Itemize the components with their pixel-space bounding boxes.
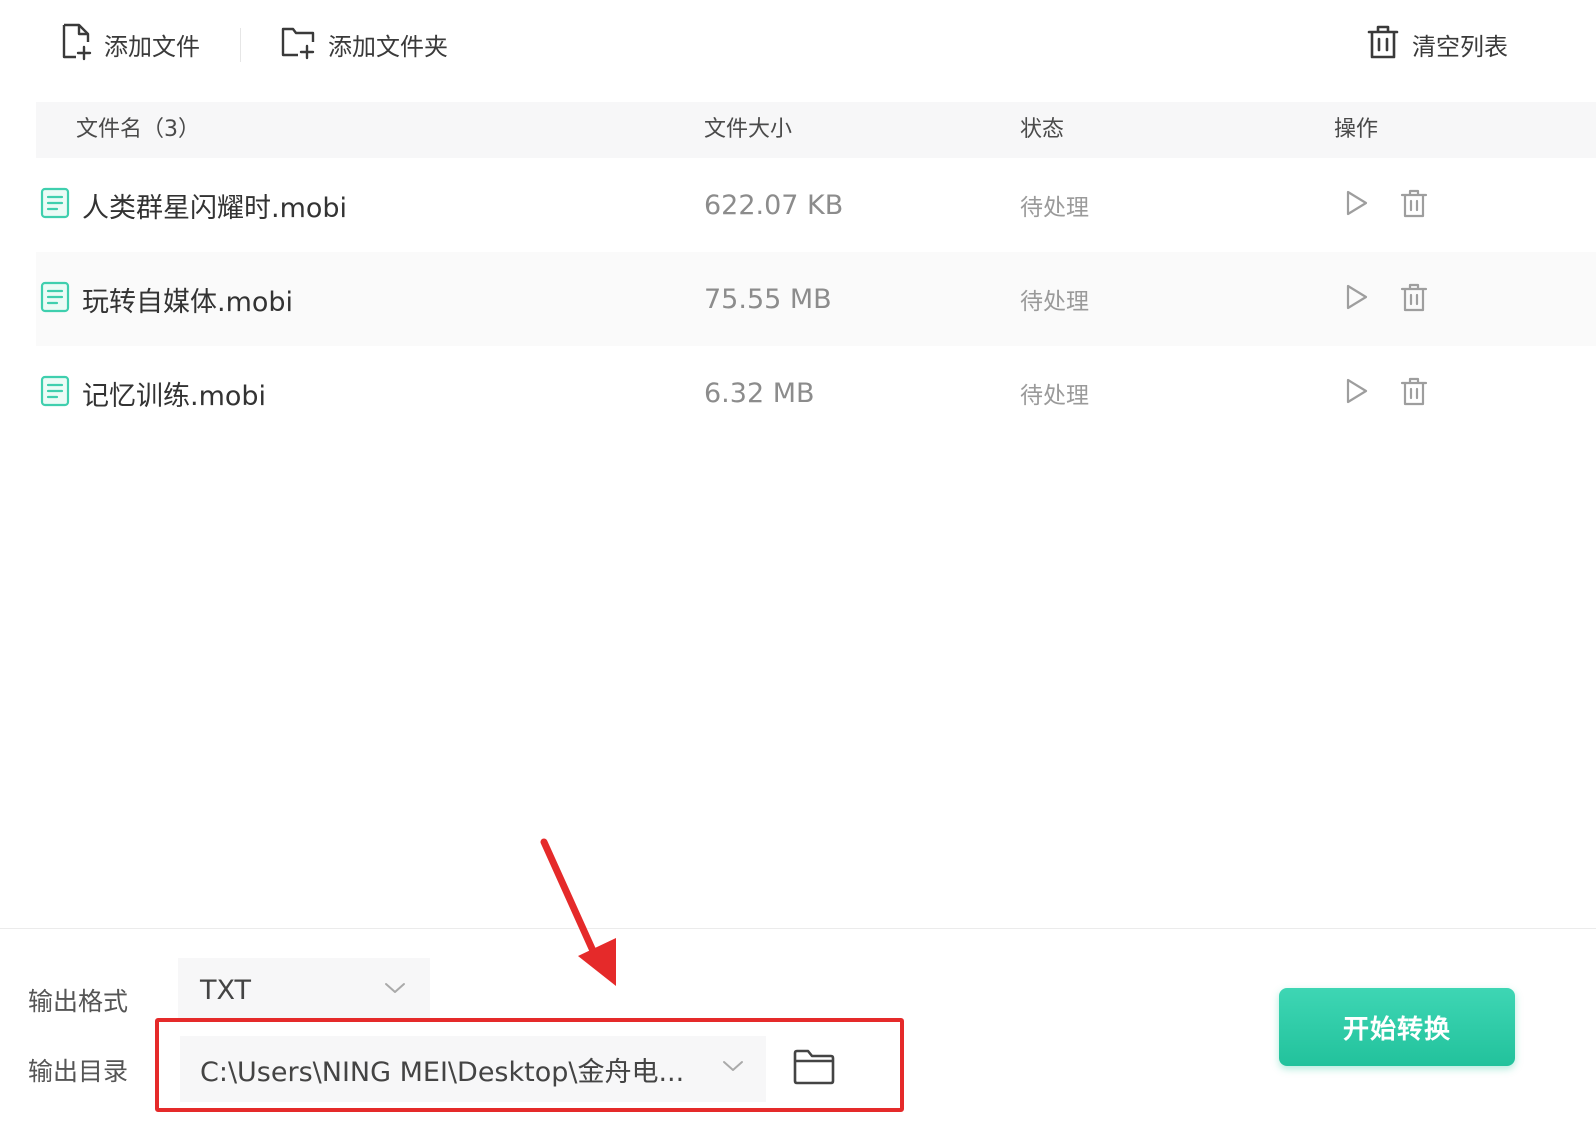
- output-format-select[interactable]: TXT: [178, 958, 430, 1022]
- document-icon: [40, 281, 70, 317]
- file-size: 6.32 MB: [704, 377, 815, 409]
- file-table: 文件名（3） 文件大小 状态 操作 人类群星闪耀时.mobi 622.07 KB…: [36, 102, 1596, 440]
- file-name-cell: 记忆训练.mobi: [40, 346, 266, 440]
- table-row[interactable]: 记忆训练.mobi 6.32 MB 待处理: [36, 346, 1596, 440]
- delete-row-button[interactable]: [1394, 279, 1434, 319]
- row-actions: [1336, 346, 1434, 440]
- output-format-value: TXT: [200, 974, 252, 1006]
- output-dir-label: 输出目录: [28, 1057, 129, 1086]
- add-file-button[interactable]: 添加文件: [60, 20, 200, 68]
- file-name-cell: 人类群星闪耀时.mobi: [40, 158, 347, 252]
- clear-list-label: 清空列表: [1412, 32, 1508, 61]
- annotation-highlight-box: [155, 1018, 904, 1112]
- clear-list-button[interactable]: 清空列表: [1366, 20, 1508, 68]
- row-actions: [1336, 252, 1434, 346]
- column-header-status: 状态: [1020, 117, 1065, 142]
- convert-row-button[interactable]: [1336, 279, 1376, 319]
- convert-row-button[interactable]: [1336, 373, 1376, 413]
- trash-icon: [1400, 376, 1428, 410]
- table-row[interactable]: 人类群星闪耀时.mobi 622.07 KB 待处理: [36, 158, 1596, 252]
- trash-icon: [1366, 24, 1400, 64]
- row-actions: [1336, 158, 1434, 252]
- file-size: 75.55 MB: [704, 283, 832, 315]
- add-folder-button[interactable]: 添加文件夹: [280, 20, 448, 68]
- output-format-label: 输出格式: [28, 987, 129, 1016]
- column-header-action: 操作: [1334, 117, 1379, 142]
- file-plus-icon: [60, 23, 92, 65]
- annotation-arrow-icon: [530, 830, 640, 1000]
- play-icon: [1343, 283, 1369, 315]
- file-name: 玩转自媒体.mobi: [82, 286, 294, 318]
- table-row[interactable]: 玩转自媒体.mobi 75.55 MB 待处理: [36, 252, 1596, 346]
- trash-icon: [1400, 282, 1428, 316]
- chevron-down-icon: [384, 980, 406, 999]
- convert-row-button[interactable]: [1336, 185, 1376, 225]
- folder-plus-icon: [280, 24, 316, 64]
- file-name: 人类群星闪耀时.mobi: [82, 192, 348, 224]
- trash-icon: [1400, 188, 1428, 222]
- add-folder-label: 添加文件夹: [328, 32, 448, 61]
- toolbar-divider: [240, 28, 241, 62]
- delete-row-button[interactable]: [1394, 373, 1434, 413]
- document-icon: [40, 187, 70, 223]
- add-file-label: 添加文件: [104, 32, 200, 61]
- file-status: 待处理: [1020, 195, 1089, 221]
- converter-window: 添加文件 添加文件夹 清空列表 文件名（3） 文件大小 状态 操作 人类群星闪耀…: [0, 0, 1596, 1142]
- column-header-name[interactable]: 文件名（3）: [76, 102, 200, 158]
- file-size: 622.07 KB: [704, 189, 844, 221]
- file-status: 待处理: [1020, 289, 1089, 315]
- column-header-size[interactable]: 文件大小: [704, 102, 792, 158]
- document-icon: [40, 375, 70, 411]
- file-status: 待处理: [1020, 383, 1089, 409]
- table-header: 文件名（3） 文件大小 状态 操作: [36, 102, 1596, 158]
- play-icon: [1343, 189, 1369, 221]
- file-name-cell: 玩转自媒体.mobi: [40, 252, 293, 346]
- delete-row-button[interactable]: [1394, 185, 1434, 225]
- file-name: 记忆训练.mobi: [82, 380, 267, 412]
- start-convert-button[interactable]: 开始转换: [1279, 988, 1515, 1066]
- footer-divider: [0, 928, 1596, 929]
- toolbar: 添加文件 添加文件夹 清空列表: [0, 0, 1596, 90]
- play-icon: [1343, 377, 1369, 409]
